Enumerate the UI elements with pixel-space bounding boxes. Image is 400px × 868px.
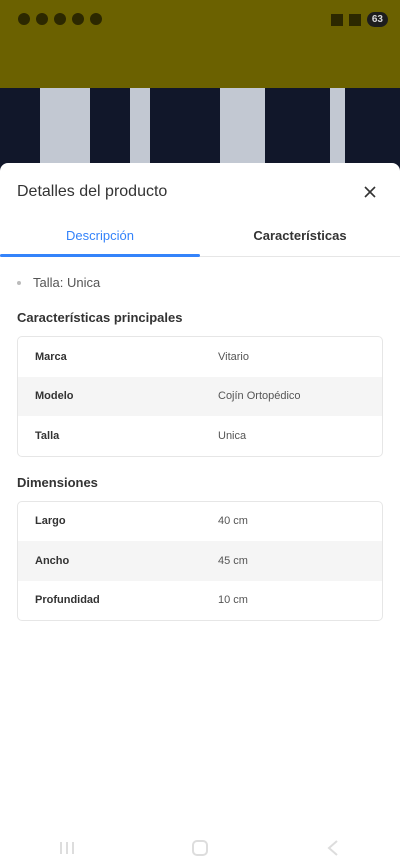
back-button[interactable]: [321, 836, 345, 860]
recent-apps-button[interactable]: [55, 836, 79, 860]
sheet-title: Detalles del producto: [17, 183, 168, 200]
battery-indicator: 63: [366, 12, 388, 27]
product-details-sheet: Detalles del producto Descripción Caract…: [0, 163, 400, 868]
row-key: Modelo: [35, 390, 74, 403]
signal-icon: [330, 13, 343, 26]
wifi-icon: [348, 13, 361, 26]
table-row: Profundidad 10 cm: [18, 581, 382, 621]
row-value: 45 cm: [218, 554, 248, 567]
row-value: 40 cm: [218, 515, 248, 528]
table-row: Talla Unica: [18, 416, 382, 456]
tab-caracteristicas[interactable]: Características: [200, 221, 400, 256]
size-bullet: Talla: Unica: [17, 275, 383, 290]
app-header: ←: [0, 40, 400, 117]
home-button[interactable]: [188, 836, 212, 860]
table-row: Ancho 45 cm: [18, 541, 382, 581]
row-key: Largo: [35, 515, 66, 528]
row-value: Vitario: [218, 350, 249, 363]
row-key: Marca: [35, 350, 67, 363]
home-icon: [191, 840, 208, 856]
notification-icons: [18, 13, 102, 25]
back-chevron-icon: [327, 840, 338, 856]
table-row: Modelo Cojín Ortopédico: [18, 376, 382, 416]
recent-apps-icon: [59, 842, 74, 854]
row-key: Profundidad: [35, 594, 100, 607]
row-value: Cojín Ortopédico: [218, 390, 301, 403]
table-row: Marca Vitario: [18, 337, 382, 377]
tab-descripcion[interactable]: Descripción: [0, 221, 200, 256]
close-icon: [364, 186, 376, 198]
bullet-icon: [17, 280, 21, 285]
main-features-title: Características principales: [17, 310, 183, 325]
status-bar: 63: [0, 0, 400, 40]
system-icons: 63: [330, 12, 388, 27]
system-nav-bar: [0, 828, 400, 868]
table-row: Largo 40 cm: [18, 502, 382, 542]
dimensions-table: Largo 40 cm Ancho 45 cm Profundidad 10 c…: [17, 500, 383, 621]
row-key: Talla: [35, 429, 60, 442]
size-bullet-text: Talla: Unica: [33, 275, 101, 290]
row-value: Unica: [218, 429, 247, 442]
row-key: Ancho: [35, 554, 70, 567]
sheet-header: Detalles del producto: [0, 163, 400, 221]
main-features-table: Marca Vitario Modelo Cojín Ortopédico Ta…: [17, 336, 383, 457]
dimensions-title: Dimensiones: [17, 474, 98, 490]
row-value: 10 cm: [218, 594, 248, 607]
tab-bar: Descripción Características: [0, 221, 400, 257]
close-button[interactable]: [357, 179, 383, 205]
